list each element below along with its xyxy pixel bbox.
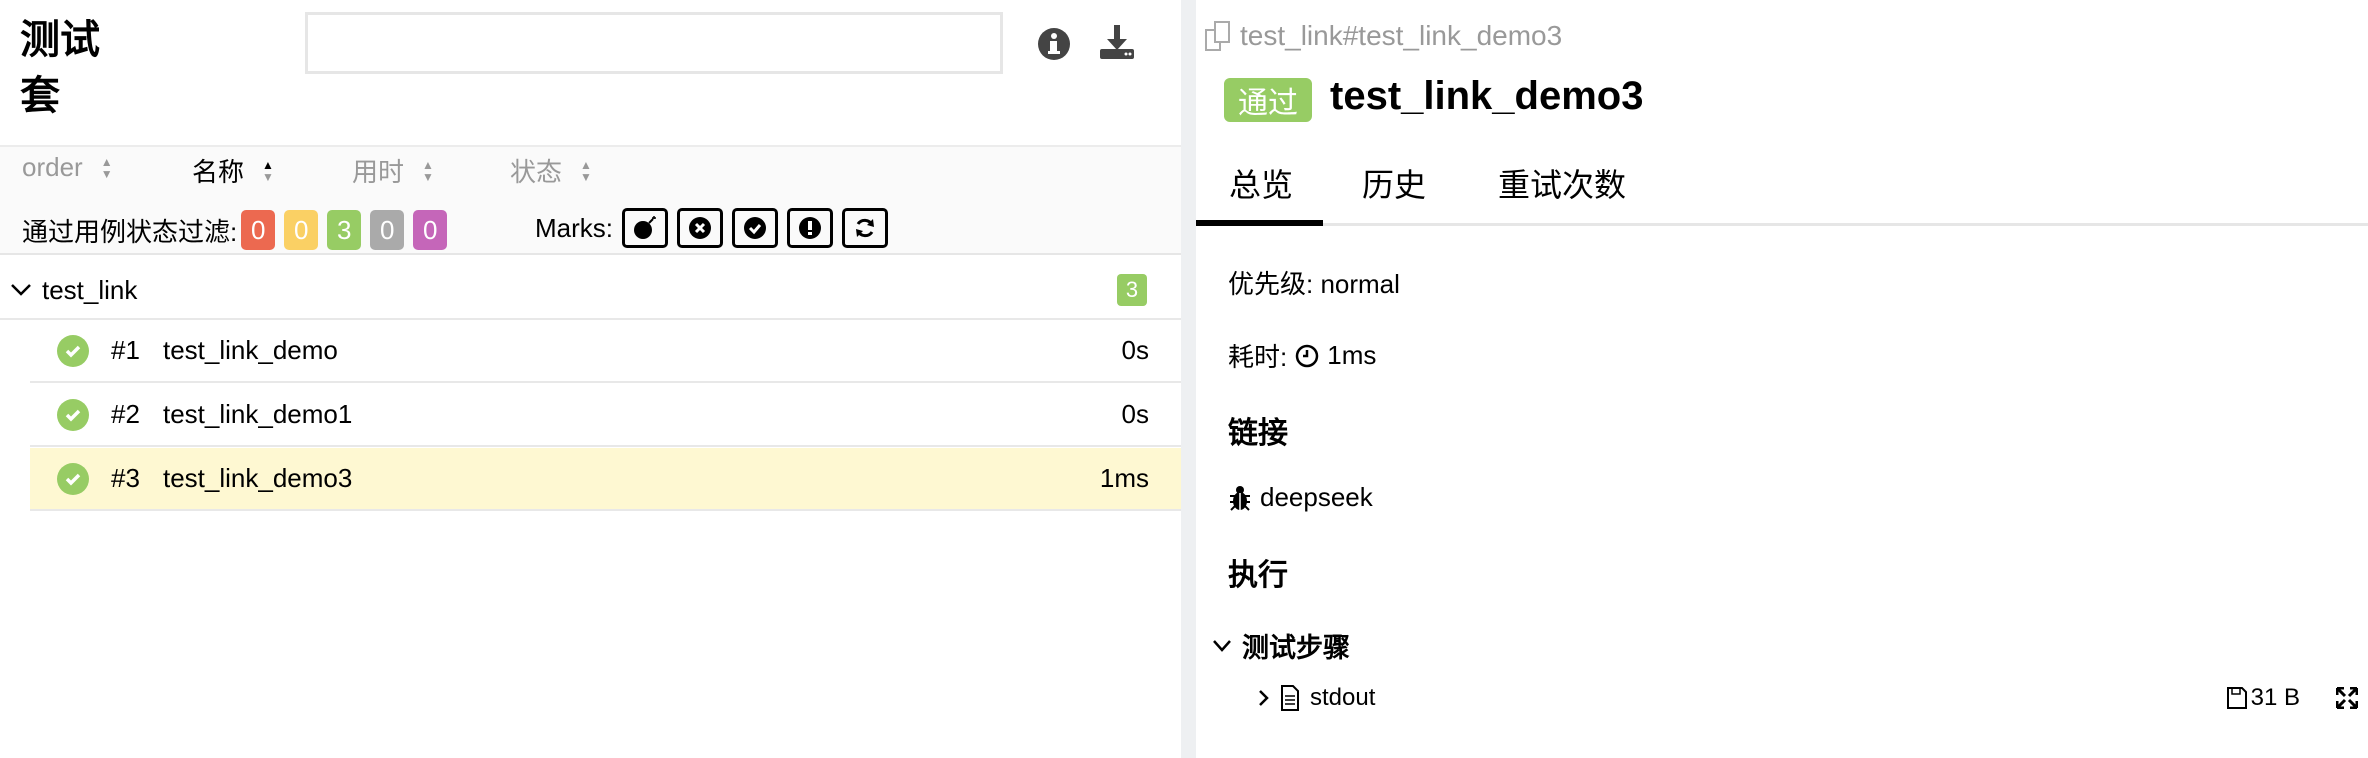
filter-passed-badge[interactable]: 3 bbox=[327, 210, 362, 250]
search-input[interactable] bbox=[305, 12, 1003, 74]
refresh-icon[interactable] bbox=[842, 208, 888, 248]
expand-icon[interactable] bbox=[2336, 687, 2358, 709]
steps-heading: 测试步骤 bbox=[1242, 633, 1350, 663]
file-text-icon bbox=[1281, 685, 1299, 711]
tab-retries[interactable]: 重试次数 bbox=[1498, 160, 1626, 206]
row-duration: 0s bbox=[1121, 335, 1149, 365]
execution-heading: 执行 bbox=[1228, 559, 1288, 592]
links-heading: 链接 bbox=[1228, 417, 1288, 450]
link-text[interactable]: deepseek bbox=[1260, 482, 1373, 513]
row-order: #2 bbox=[111, 399, 140, 429]
clock-icon bbox=[1295, 344, 1319, 367]
sort-status[interactable]: 状态 ▲ ▼ bbox=[510, 152, 592, 189]
filter-skipped-badge[interactable]: 0 bbox=[370, 210, 405, 250]
breadcrumb-text: test_link#test_link_demo3 bbox=[1240, 20, 1563, 51]
passed-check-icon bbox=[57, 462, 89, 495]
copy-icon[interactable] bbox=[1204, 20, 1232, 52]
filter-label: 通过用例状态过滤: bbox=[22, 216, 238, 247]
attachment-row[interactable]: stdout 31 B bbox=[1258, 684, 2358, 712]
sort-label: 用时 bbox=[352, 157, 405, 187]
sort-arrows-icon: ▲ ▼ bbox=[422, 157, 434, 184]
detail-tabs: 总览 历史 重试次数 bbox=[1196, 150, 2368, 226]
chevron-down-icon bbox=[1213, 639, 1231, 652]
sort-arrows-icon: ▲ ▼ bbox=[100, 154, 113, 181]
row-name: test_link_demo3 bbox=[163, 463, 353, 493]
link-item[interactable]: deepseek bbox=[1228, 482, 1373, 513]
marks-label: Marks: bbox=[535, 212, 613, 243]
row-name: test_link_demo bbox=[163, 335, 338, 365]
panel-title: 测试套 bbox=[20, 18, 100, 118]
bug-icon bbox=[1230, 485, 1250, 511]
sort-name[interactable]: 名称 ▲ ▼ bbox=[192, 152, 274, 189]
tab-history[interactable]: 历史 bbox=[1362, 160, 1426, 206]
times-circle-icon[interactable] bbox=[677, 208, 723, 248]
row-order: #3 bbox=[111, 463, 140, 493]
sort-arrows-icon: ▲ ▼ bbox=[580, 157, 592, 184]
duration-value: 1ms bbox=[1327, 340, 1377, 370]
duration: 耗时: 1ms bbox=[1228, 337, 1376, 374]
info-icon[interactable] bbox=[1034, 24, 1074, 64]
row-name: test_link_demo1 bbox=[163, 399, 353, 429]
row-duration: 0s bbox=[1121, 399, 1149, 429]
row-order: #1 bbox=[111, 335, 140, 365]
group-name: test_link bbox=[42, 274, 138, 305]
status-filter: 通过用例状态过滤: 0 0 3 0 0 bbox=[22, 210, 456, 250]
sort-label: 名称 bbox=[192, 157, 245, 187]
exclamation-circle-icon[interactable] bbox=[787, 208, 833, 248]
row-duration: 1ms bbox=[1099, 463, 1149, 493]
tab-overview[interactable]: 总览 bbox=[1229, 160, 1293, 206]
download-icon[interactable] bbox=[1097, 22, 1137, 62]
tree-group-test-link[interactable]: test_link 3 bbox=[0, 262, 1181, 320]
passed-check-icon bbox=[57, 334, 89, 367]
bomb-icon[interactable] bbox=[622, 208, 668, 248]
attachment-size: 31 B bbox=[2226, 684, 2300, 712]
duration-label: 耗时: bbox=[1228, 342, 1288, 372]
test-row[interactable]: #2 test_link_demo1 0s bbox=[30, 384, 1181, 447]
sort-label: 状态 bbox=[510, 157, 563, 187]
passed-check-icon bbox=[57, 398, 89, 431]
test-title: test_link_demo3 bbox=[1330, 74, 1644, 118]
active-tab-indicator bbox=[1196, 220, 1323, 226]
test-steps-toggle[interactable]: 测试步骤 bbox=[1212, 626, 1350, 665]
sort-asc-icon: ▲ ▼ bbox=[262, 157, 274, 184]
test-row[interactable]: #1 test_link_demo 0s bbox=[30, 320, 1181, 383]
save-icon bbox=[2226, 687, 2247, 709]
status-badge: 通过 bbox=[1224, 78, 1312, 122]
test-suite-panel: 测试套 order ▲ ▼ 名称 ▲ ▼ 用时 ▲ ▼ 状态 ▲ ▼ 通过用例状态过滤: 0 0… bbox=[0, 0, 1181, 758]
attachment-name: stdout bbox=[1310, 684, 1376, 711]
marks-filter: Marks: bbox=[535, 208, 888, 248]
breadcrumb: test_link#test_link_demo3 bbox=[1204, 20, 1562, 52]
pane-splitter[interactable] bbox=[1181, 0, 1196, 758]
chevron-right-icon bbox=[1259, 690, 1269, 706]
sort-label: order bbox=[22, 152, 83, 182]
test-row-selected[interactable]: #3 test_link_demo3 1ms bbox=[30, 448, 1181, 511]
chevron-down-icon bbox=[11, 284, 31, 296]
sort-duration[interactable]: 用时 ▲ ▼ bbox=[352, 152, 434, 189]
priority: 优先级: normal bbox=[1228, 269, 1400, 299]
check-circle-icon[interactable] bbox=[732, 208, 778, 248]
filter-broken-badge[interactable]: 0 bbox=[284, 210, 319, 250]
sort-order[interactable]: order ▲ ▼ bbox=[22, 152, 113, 183]
filter-unknown-badge[interactable]: 0 bbox=[413, 210, 448, 250]
filter-failed-badge[interactable]: 0 bbox=[241, 210, 276, 250]
attachment-size-value: 31 B bbox=[2250, 684, 2300, 711]
group-count-badge: 3 bbox=[1117, 274, 1147, 306]
